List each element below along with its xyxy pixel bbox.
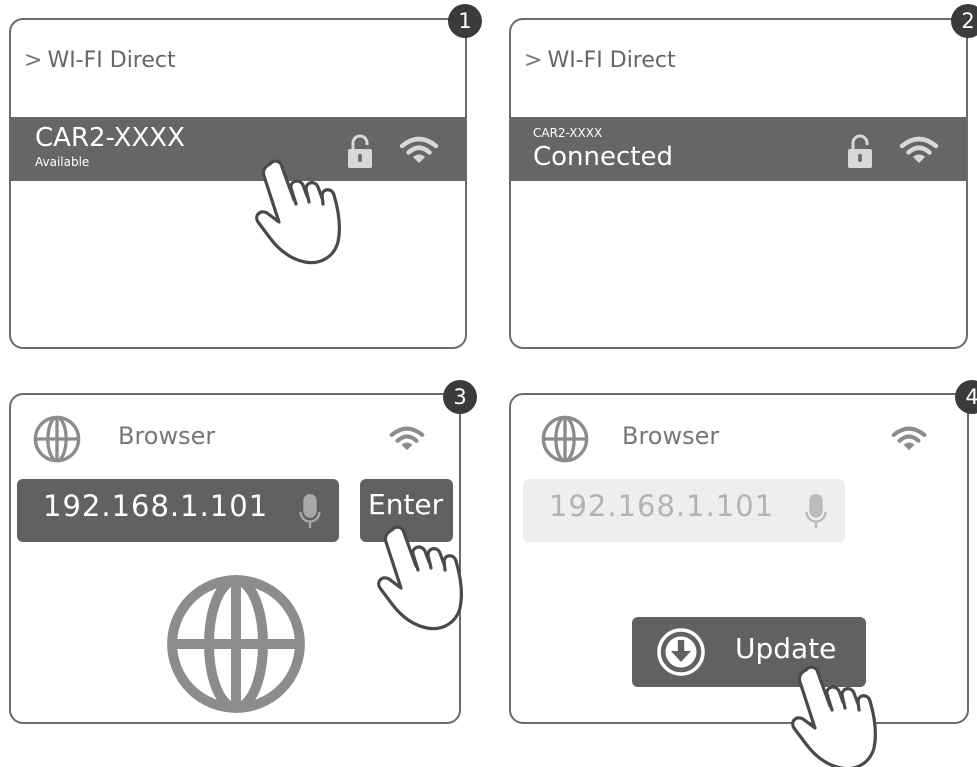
network-name: CAR2-XXXX bbox=[533, 126, 603, 140]
breadcrumb-label: WI-FI Direct bbox=[547, 48, 676, 73]
step-number-badge: 1 bbox=[448, 4, 482, 38]
step-number-badge: 3 bbox=[443, 380, 477, 414]
globe-icon bbox=[541, 415, 589, 463]
enter-button[interactable]: Enter bbox=[360, 479, 453, 542]
url-input: 192.168.1.101 bbox=[523, 479, 845, 542]
breadcrumb-label: WI-FI Direct bbox=[47, 48, 176, 73]
update-button[interactable]: Update bbox=[632, 617, 866, 687]
chevron-right-icon: > bbox=[524, 48, 543, 73]
app-title: Browser bbox=[118, 422, 216, 450]
lock-icon bbox=[345, 133, 375, 169]
wifi-icon bbox=[891, 425, 927, 452]
step-3-panel: Browser 192.168.1.101 Enter bbox=[9, 393, 461, 724]
network-row[interactable]: CAR2-XXXX Available bbox=[11, 117, 465, 181]
breadcrumb: > WI-FI Direct bbox=[524, 48, 676, 73]
update-button-label: Update bbox=[735, 632, 837, 665]
wifi-icon bbox=[899, 135, 939, 165]
microphone-icon[interactable] bbox=[298, 493, 322, 531]
network-status: Available bbox=[35, 155, 90, 169]
breadcrumb: > WI-FI Direct bbox=[24, 48, 176, 73]
step-1-panel: > WI-FI Direct CAR2-XXXX Available bbox=[9, 18, 467, 349]
step-number-badge: 2 bbox=[951, 4, 977, 38]
url-value: 192.168.1.101 bbox=[43, 489, 269, 523]
url-value: 192.168.1.101 bbox=[549, 489, 775, 523]
chevron-right-icon: > bbox=[24, 48, 43, 73]
step-4-panel: Browser 192.168.1.101 Update bbox=[509, 393, 969, 724]
network-status: Connected bbox=[533, 142, 674, 172]
lock-icon bbox=[845, 133, 875, 169]
url-input[interactable]: 192.168.1.101 bbox=[17, 479, 339, 542]
download-icon bbox=[657, 628, 705, 676]
globe-icon bbox=[165, 573, 307, 715]
step-2-panel: > WI-FI Direct CAR2-XXXX Connected bbox=[509, 18, 968, 349]
network-row[interactable]: CAR2-XXXX Connected bbox=[511, 117, 966, 181]
wifi-icon bbox=[399, 135, 439, 165]
globe-icon bbox=[33, 415, 81, 463]
microphone-icon bbox=[804, 493, 828, 531]
enter-button-label: Enter bbox=[368, 488, 444, 521]
wifi-icon bbox=[389, 425, 425, 452]
app-title: Browser bbox=[622, 422, 720, 450]
network-name: CAR2-XXXX bbox=[35, 123, 185, 153]
